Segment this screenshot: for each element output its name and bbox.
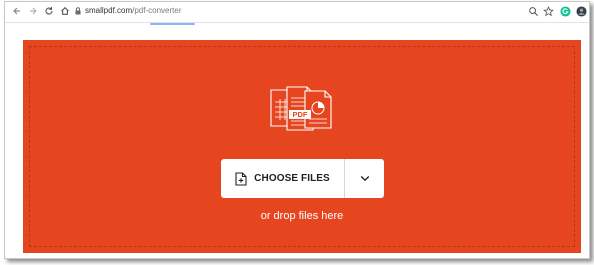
nav-active-indicator [150,23,195,25]
upload-button-group: CHOOSE FILES [221,159,384,198]
grammarly-icon [559,5,571,17]
pdf-badge-label: PDF [293,110,308,119]
zoom-icon [528,6,538,16]
extension-button[interactable] [559,5,571,17]
choose-files-button[interactable]: CHOOSE FILES [221,159,344,198]
home-icon [61,7,69,15]
browser-toolbar: smallpdf.com/pdf-converter [5,2,589,23]
documents-illustration-icon: PDF [270,86,332,131]
profile-button[interactable] [575,5,587,17]
reload-icon [45,7,53,15]
bookmark-button[interactable] [542,5,554,17]
profile-icon [575,5,587,17]
page-content: PDF CHOOSE FILES or drop files here [5,23,589,258]
chevron-down-icon [360,175,369,182]
forward-button[interactable] [26,4,40,18]
reload-button[interactable] [42,4,56,18]
zoom-button[interactable] [527,5,539,17]
lock-icon [75,7,81,15]
browser-window: smallpdf.com/pdf-converter PDF CHOOSE FI… [4,1,590,259]
star-icon [542,5,554,16]
home-button[interactable] [58,4,72,18]
drop-files-hint: or drop files here [260,210,344,222]
secure-indicator[interactable] [71,4,85,18]
file-drop-zone[interactable]: PDF CHOOSE FILES or drop files here [23,40,581,253]
arrow-left-icon [13,7,20,15]
choose-files-label: CHOOSE FILES [254,173,330,184]
back-button[interactable] [10,4,24,18]
arrow-right-icon [30,7,37,15]
url-path: /pdf-converter [132,6,182,15]
file-plus-icon [235,171,247,186]
url-host: smallpdf.com [85,6,133,15]
address-bar[interactable]: smallpdf.com/pdf-converter [85,6,181,15]
upload-options-dropdown[interactable] [345,159,384,198]
